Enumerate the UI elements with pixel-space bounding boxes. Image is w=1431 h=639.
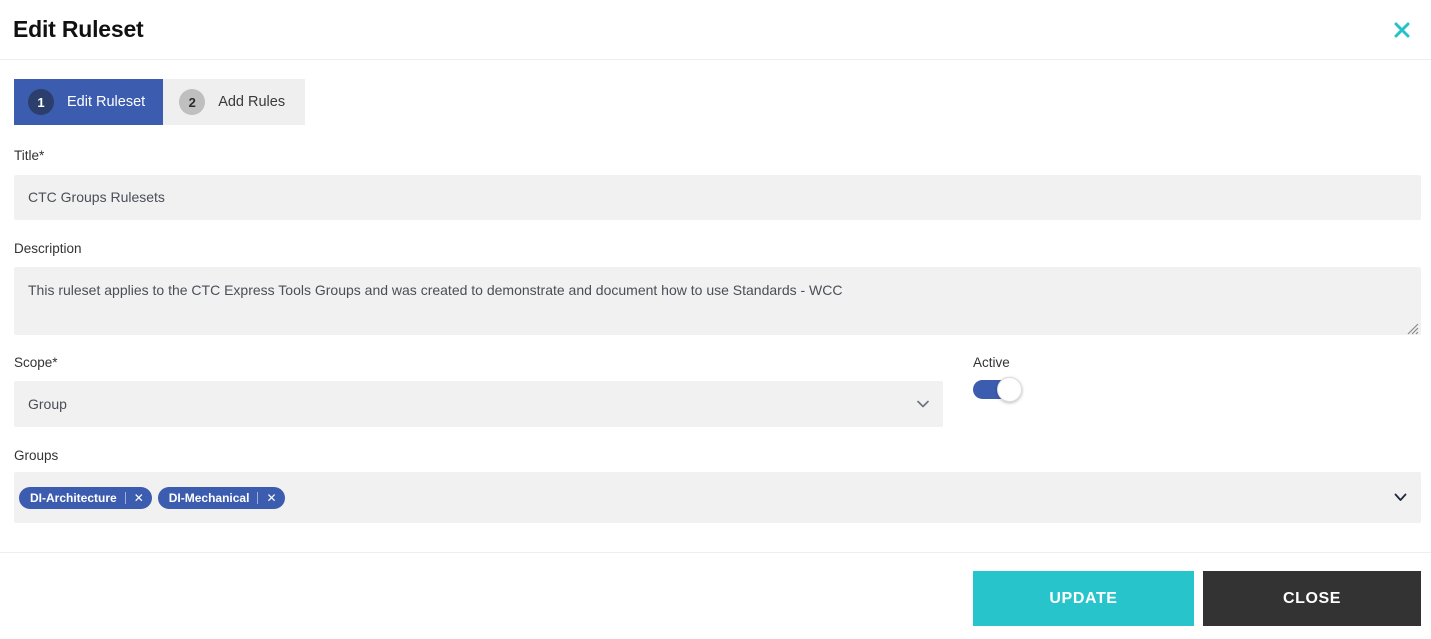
page-title: Edit Ruleset (13, 16, 144, 42)
step-tabs: 1 Edit Ruleset 2 Add Rules (14, 79, 306, 125)
group-tag[interactable]: DI-Mechanical ✕ (157, 486, 285, 509)
groups-multiselect[interactable]: DI-Architecture ✕ DI-Mechanical ✕ (14, 472, 1421, 523)
groups-label: Groups (14, 448, 59, 463)
scope-selected-value: Group (28, 396, 67, 412)
toggle-knob (997, 377, 1022, 402)
scope-label: Scope* (14, 355, 58, 370)
remove-tag-icon[interactable]: ✕ (124, 491, 144, 504)
tab-add-rules[interactable]: 2 Add Rules (163, 79, 306, 125)
modal-header: Edit Ruleset (0, 0, 1431, 60)
title-input[interactable] (14, 175, 1421, 220)
tab-label: Edit Ruleset (67, 94, 146, 110)
close-button[interactable]: CLOSE (1203, 571, 1421, 626)
chevron-down-icon[interactable] (1394, 493, 1407, 502)
tab-label: Add Rules (218, 94, 286, 110)
update-button[interactable]: UPDATE (973, 571, 1194, 626)
active-label: Active (973, 355, 1010, 370)
description-textarea[interactable]: This ruleset applies to the CTC Express … (14, 267, 1421, 335)
group-tag[interactable]: DI-Architecture ✕ (19, 486, 152, 509)
edit-ruleset-modal: Edit Ruleset 1 Edit Ruleset 2 Add Rules … (0, 0, 1431, 639)
step-number-badge: 2 (179, 89, 206, 115)
title-label: Title* (14, 148, 45, 163)
group-tag-label: DI-Architecture (30, 490, 117, 505)
close-icon[interactable] (1387, 15, 1417, 45)
description-label: Description (14, 241, 82, 256)
scope-select[interactable]: Group (14, 381, 943, 427)
tab-edit-ruleset[interactable]: 1 Edit Ruleset (14, 79, 164, 125)
groups-tag-list: DI-Architecture ✕ DI-Mechanical ✕ (19, 486, 1394, 509)
active-toggle[interactable] (973, 377, 1023, 402)
chevron-down-icon (917, 400, 929, 408)
group-tag-label: DI-Mechanical (168, 490, 250, 505)
footer-divider (0, 552, 1431, 553)
step-number-badge: 1 (28, 89, 54, 115)
remove-tag-icon[interactable]: ✕ (257, 491, 277, 504)
